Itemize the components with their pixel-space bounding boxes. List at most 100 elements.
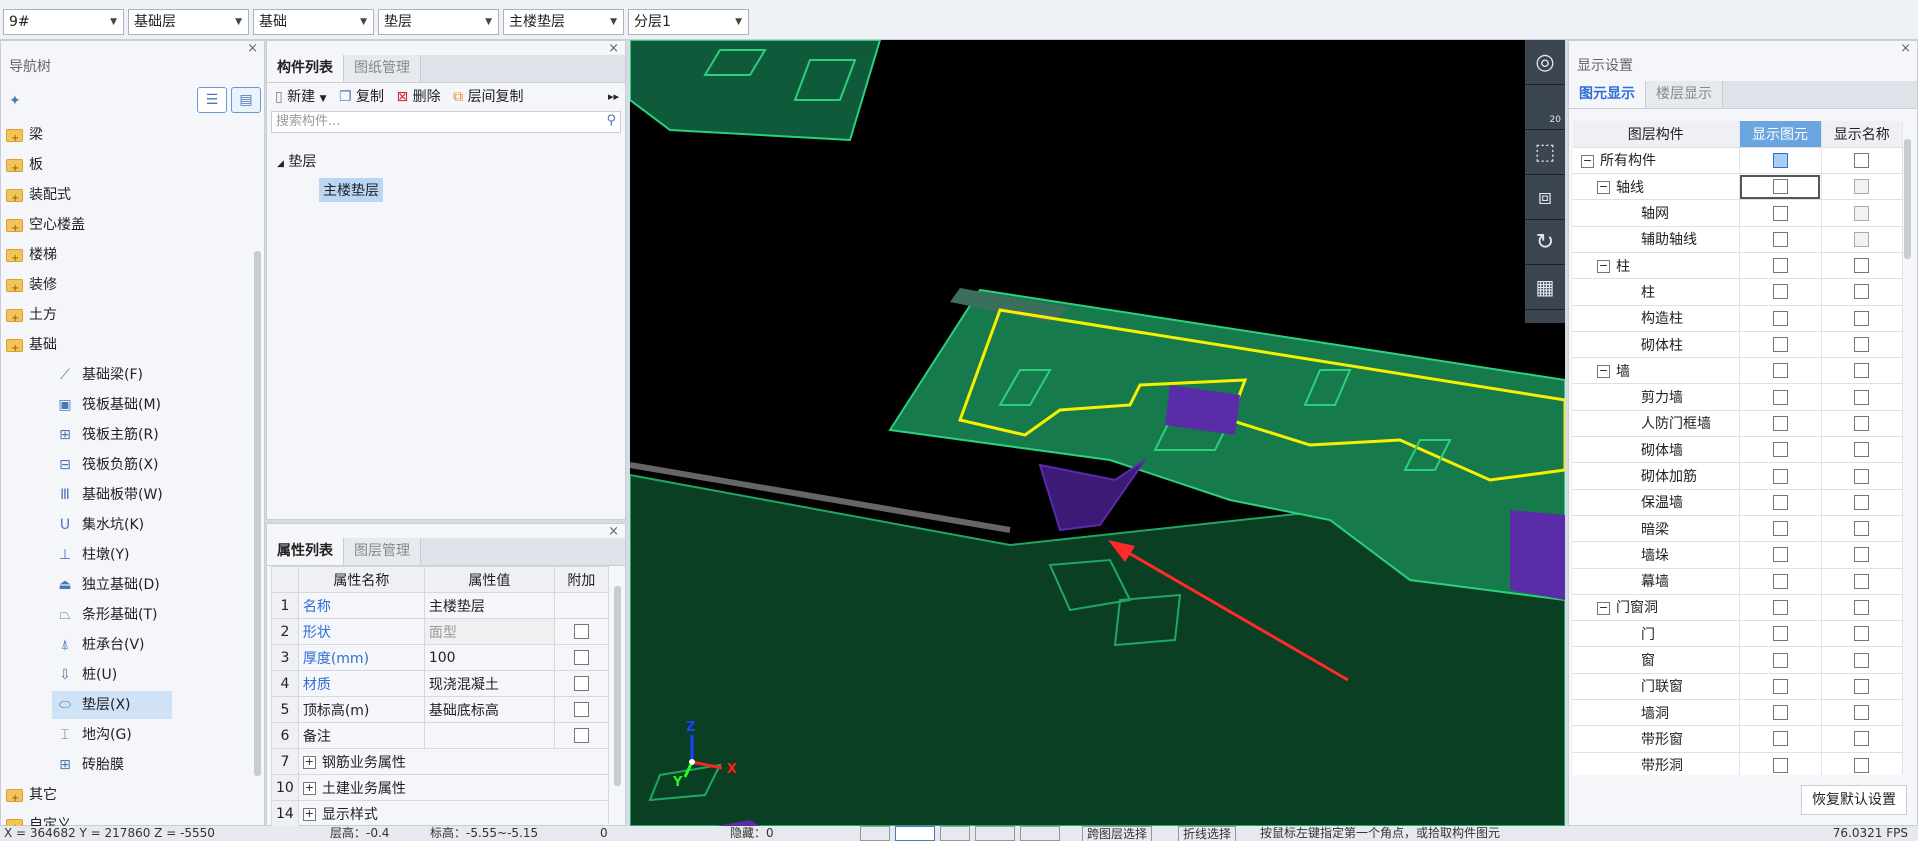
show-name-checkbox[interactable]	[1854, 442, 1870, 458]
display-row[interactable]: 柱	[1573, 278, 1903, 306]
show-name-checkbox[interactable]	[1854, 415, 1870, 431]
nav-item[interactable]: 自定义	[6, 811, 71, 827]
restore-defaults-button[interactable]: 恢复默认设置	[1801, 785, 1907, 815]
show-element-checkbox[interactable]	[1772, 521, 1788, 537]
tab-layer-management[interactable]: 图层管理	[344, 538, 421, 565]
display-row[interactable]: 带形窗	[1573, 725, 1903, 753]
extra-checkbox[interactable]	[573, 702, 589, 717]
tab-element-display[interactable]: 图元显示	[1569, 81, 1646, 108]
display-row[interactable]: 墙垛	[1573, 541, 1903, 569]
show-element-checkbox[interactable]	[1772, 494, 1788, 510]
nav-item[interactable]: 板	[6, 151, 43, 183]
table-row[interactable]: 4 材质 现浇混凝土	[271, 670, 610, 697]
show-element-checkbox[interactable]	[1772, 337, 1788, 353]
show-element-checkbox[interactable]	[1772, 652, 1788, 668]
show-element-checkbox[interactable]	[1772, 363, 1788, 379]
display-scrollbar[interactable]	[1904, 139, 1911, 259]
show-name-checkbox[interactable]	[1854, 363, 1870, 379]
property-value[interactable]: 100	[423, 644, 555, 671]
show-element-checkbox[interactable]	[1772, 547, 1788, 563]
display-row[interactable]: − 所有构件	[1573, 147, 1903, 175]
show-name-checkbox[interactable]	[1854, 284, 1870, 300]
property-value[interactable]: 基础底标高	[423, 696, 555, 723]
display-row[interactable]: 暗梁	[1573, 515, 1903, 543]
expand-icon[interactable]: +	[302, 756, 316, 769]
nav-sub-item[interactable]: ⊥ 柱墩(Y)	[56, 541, 130, 569]
building-select[interactable]: 9# ▼	[3, 9, 124, 35]
show-element-checkbox[interactable]	[1772, 705, 1788, 721]
show-name-checkbox[interactable]	[1854, 731, 1870, 747]
table-row-group[interactable]: 7 + 钢筋业务属性	[271, 748, 610, 775]
layer-select[interactable]: 分层1 ▼	[628, 9, 749, 35]
nav-item[interactable]: 其它	[6, 781, 57, 813]
table-row[interactable]: 1 名称 主楼垫层	[271, 592, 610, 619]
table-row[interactable]: 6 备注	[271, 722, 610, 749]
table-row[interactable]: 5 顶标高(m) 基础底标高	[271, 696, 610, 723]
collapse-icon[interactable]: −	[1597, 181, 1610, 195]
copy-between-floors-button[interactable]: ⧉ 层间复制	[453, 89, 523, 105]
nav-sub-item[interactable]: ▣ 筏板基础(M)	[56, 391, 161, 419]
show-name-checkbox[interactable]	[1854, 152, 1870, 168]
pin-icon[interactable]: ✦	[9, 93, 21, 109]
show-name-checkbox[interactable]	[1854, 573, 1870, 589]
display-row[interactable]: 门	[1573, 620, 1903, 648]
nav-sub-item[interactable]: ⏏ 独立基础(D)	[56, 571, 159, 599]
show-name-checkbox[interactable]	[1854, 337, 1870, 353]
display-row[interactable]: 墙洞	[1573, 699, 1903, 727]
tab-property-list[interactable]: 属性列表	[267, 538, 344, 565]
delete-button[interactable]: ⊠ 删除	[396, 89, 440, 105]
nav-sub-item[interactable]: ⍋ 桩承台(V)	[56, 631, 145, 659]
display-row[interactable]: 砌体柱	[1573, 331, 1903, 359]
close-icon[interactable]: ×	[608, 41, 619, 56]
property-value[interactable]: 现浇混凝土	[423, 670, 555, 697]
nav-sub-item[interactable]: ⌶ 地沟(G)	[56, 721, 132, 749]
property-value[interactable]	[423, 722, 555, 749]
show-name-checkbox[interactable]	[1854, 678, 1870, 694]
show-name-checkbox[interactable]	[1854, 757, 1870, 773]
add-mode-icon[interactable]	[1020, 826, 1060, 841]
show-name-checkbox[interactable]	[1854, 258, 1870, 274]
category-select[interactable]: 基础 ▼	[253, 9, 374, 35]
extra-checkbox[interactable]	[573, 624, 589, 639]
show-name-checkbox[interactable]	[1854, 389, 1870, 405]
collapse-icon[interactable]: −	[1597, 365, 1610, 379]
close-icon[interactable]: ×	[608, 524, 619, 539]
display-row[interactable]: 剪力墙	[1573, 383, 1903, 411]
show-element-checkbox[interactable]	[1772, 442, 1788, 458]
component-type-select[interactable]: 垫层 ▼	[378, 9, 499, 35]
property-value[interactable]: 主楼垫层	[423, 592, 555, 619]
angle-mode-icon[interactable]	[975, 826, 1015, 841]
nav-item[interactable]: 楼梯	[6, 241, 57, 273]
layout-grid-icon[interactable]: ▦	[1525, 265, 1565, 310]
view-cube-icon[interactable]: ⬚	[1525, 130, 1565, 175]
show-element-checkbox[interactable]	[1772, 152, 1788, 168]
search-icon[interactable]: ⚲	[606, 113, 616, 128]
nav-item[interactable]: 土方	[6, 301, 57, 333]
display-row[interactable]: 轴网	[1573, 199, 1903, 227]
show-element-checkbox[interactable]	[1772, 415, 1788, 431]
tab-drawing-management[interactable]: 图纸管理	[344, 55, 421, 82]
rotate-icon[interactable]: ↻	[1525, 220, 1565, 265]
nav-sub-item[interactable]: ⏢ 条形基础(T)	[56, 601, 157, 629]
expand-icon[interactable]: +	[302, 808, 316, 821]
show-element-checkbox[interactable]	[1772, 757, 1788, 773]
show-element-checkbox[interactable]	[1772, 310, 1788, 326]
nav-item[interactable]: 梁	[6, 121, 43, 153]
show-element-checkbox[interactable]	[1772, 678, 1788, 694]
display-row[interactable]: 保温墙	[1573, 489, 1903, 516]
display-row[interactable]: 人防门框墙	[1573, 410, 1903, 438]
display-row[interactable]: 幕墙	[1573, 568, 1903, 595]
nav-sub-item[interactable]: ⊞ 砖胎膜	[56, 751, 124, 779]
show-name-checkbox[interactable]	[1854, 179, 1870, 195]
table-row-group[interactable]: 10 + 土建业务属性	[271, 774, 610, 801]
display-row[interactable]: 构造柱	[1573, 305, 1903, 332]
extra-checkbox[interactable]	[573, 728, 589, 743]
display-row[interactable]: 门联窗	[1573, 673, 1903, 701]
cross-layer-select-button[interactable]: 跨图层选择	[1082, 826, 1153, 841]
cross-mode-icon[interactable]	[940, 826, 970, 841]
table-row[interactable]: 2 形状 面型	[271, 618, 610, 645]
show-element-checkbox[interactable]	[1772, 573, 1788, 589]
table-row-group[interactable]: 14 + 显示样式	[271, 800, 610, 827]
display-row[interactable]: − 门窗洞	[1573, 594, 1903, 622]
nav-item[interactable]: 空心楼盖	[6, 211, 85, 243]
